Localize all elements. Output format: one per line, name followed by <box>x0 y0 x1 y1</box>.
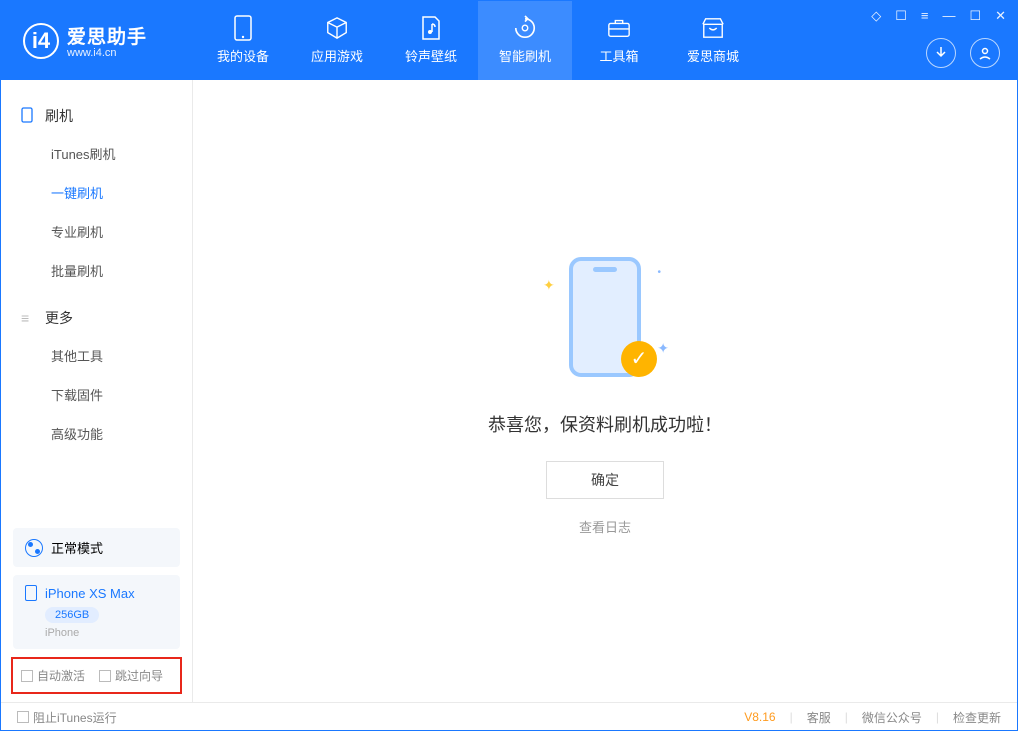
separator: | <box>936 710 939 724</box>
mode-card[interactable]: 正常模式 <box>13 528 180 567</box>
toolbox-icon <box>607 16 631 40</box>
separator: | <box>790 710 793 724</box>
device-name: iPhone XS Max <box>45 586 135 601</box>
options-row: 自动激活 跳过向导 <box>11 657 182 694</box>
app-header: i4 爱思助手 www.i4.cn 我的设备 应用游戏 铃声壁纸 智能刷机 工具… <box>1 1 1017 80</box>
nav-tabs: 我的设备 应用游戏 铃声壁纸 智能刷机 工具箱 爱思商城 <box>196 1 760 80</box>
check-badge-icon: ✓ <box>621 341 657 377</box>
mode-label: 正常模式 <box>51 538 103 557</box>
nav-tab-label: 爱思商城 <box>687 46 739 65</box>
nav-tab-label: 我的设备 <box>217 46 269 65</box>
checkbox-auto-activate[interactable]: 自动激活 <box>21 667 85 684</box>
sidebar: 刷机 iTunes刷机 一键刷机 专业刷机 批量刷机 ≡ 更多 其他工具 下载固… <box>1 80 193 702</box>
mode-icon <box>25 539 43 557</box>
checkbox-label: 自动激活 <box>37 667 85 684</box>
nav-tab-label: 智能刷机 <box>499 46 551 65</box>
device-type: iPhone <box>45 627 168 639</box>
sync-icon <box>513 16 537 40</box>
footer-link-wechat[interactable]: 微信公众号 <box>862 709 922 726</box>
nav-tab-apps[interactable]: 应用游戏 <box>290 1 384 80</box>
device-card[interactable]: iPhone XS Max 256GB iPhone <box>13 575 180 649</box>
success-message: 恭喜您，保资料刷机成功啦！ <box>488 411 722 437</box>
sparkle-icon: • <box>657 267 661 278</box>
list-icon: ≡ <box>21 310 35 326</box>
window-controls: ◇ ☐ ≡ — ☐ ✕ <box>871 8 1006 24</box>
music-file-icon <box>419 16 443 40</box>
success-illustration: ✦ ✦ • ✓ <box>535 247 675 387</box>
menu-icon[interactable]: ≡ <box>921 8 929 24</box>
sparkle-icon: ✦ <box>543 277 555 294</box>
user-button[interactable] <box>970 38 1000 68</box>
nav-tab-label: 铃声壁纸 <box>405 46 457 65</box>
checkbox-label: 阻止iTunes运行 <box>33 709 117 726</box>
store-icon <box>701 16 725 40</box>
sidebar-item-oneclick[interactable]: 一键刷机 <box>1 173 192 212</box>
nav-tab-store[interactable]: 爱思商城 <box>666 1 760 80</box>
sidebar-item-advanced[interactable]: 高级功能 <box>1 414 192 453</box>
close-button[interactable]: ✕ <box>995 8 1006 24</box>
phone-icon <box>21 107 35 126</box>
sparkle-icon: ✦ <box>657 340 669 357</box>
sidebar-section-more: ≡ 更多 <box>1 300 192 336</box>
version-label: V8.16 <box>744 710 775 724</box>
cube-icon <box>325 16 349 40</box>
nav-tab-toolbox[interactable]: 工具箱 <box>572 1 666 80</box>
nav-tab-label: 工具箱 <box>599 46 638 65</box>
sidebar-item-itunes[interactable]: iTunes刷机 <box>1 134 192 173</box>
app-subtitle: www.i4.cn <box>67 47 147 59</box>
sidebar-section-flash: 刷机 <box>1 98 192 134</box>
section-label: 更多 <box>45 308 73 328</box>
theme-icon[interactable]: ◇ <box>871 8 881 24</box>
minimize-button[interactable]: — <box>942 8 955 24</box>
logo-icon: i4 <box>23 23 59 59</box>
sidebar-item-other[interactable]: 其他工具 <box>1 336 192 375</box>
checkbox-icon <box>99 670 111 682</box>
checkbox-icon <box>17 711 29 723</box>
separator: | <box>845 710 848 724</box>
app-title: 爱思助手 <box>67 22 147 49</box>
sidebar-item-pro[interactable]: 专业刷机 <box>1 212 192 251</box>
header-right-icons <box>926 38 1000 68</box>
checkbox-icon <box>21 670 33 682</box>
ok-button[interactable]: 确定 <box>546 461 664 499</box>
footer-link-update[interactable]: 检查更新 <box>953 709 1001 726</box>
feedback-icon[interactable]: ☐ <box>895 8 907 24</box>
nav-tab-label: 应用游戏 <box>311 46 363 65</box>
device-icon <box>231 16 255 40</box>
nav-tab-ringtone[interactable]: 铃声壁纸 <box>384 1 478 80</box>
sidebar-item-firmware[interactable]: 下载固件 <box>1 375 192 414</box>
footer-link-support[interactable]: 客服 <box>807 709 831 726</box>
download-button[interactable] <box>926 38 956 68</box>
logo-block: i4 爱思助手 www.i4.cn <box>1 22 196 59</box>
nav-tab-device[interactable]: 我的设备 <box>196 1 290 80</box>
checkbox-label: 跳过向导 <box>115 667 163 684</box>
device-phone-icon <box>25 585 37 601</box>
footer: 阻止iTunes运行 V8.16 | 客服 | 微信公众号 | 检查更新 <box>1 702 1017 731</box>
device-capacity: 256GB <box>45 607 99 623</box>
maximize-button[interactable]: ☐ <box>969 8 981 24</box>
sidebar-item-batch[interactable]: 批量刷机 <box>1 251 192 290</box>
main-content: ✦ ✦ • ✓ 恭喜您，保资料刷机成功啦！ 确定 查看日志 <box>193 80 1017 702</box>
nav-tab-flash[interactable]: 智能刷机 <box>478 1 572 80</box>
checkbox-block-itunes[interactable]: 阻止iTunes运行 <box>17 709 117 726</box>
checkbox-skip-guide[interactable]: 跳过向导 <box>99 667 163 684</box>
view-log-link[interactable]: 查看日志 <box>579 517 631 536</box>
section-label: 刷机 <box>45 106 73 126</box>
